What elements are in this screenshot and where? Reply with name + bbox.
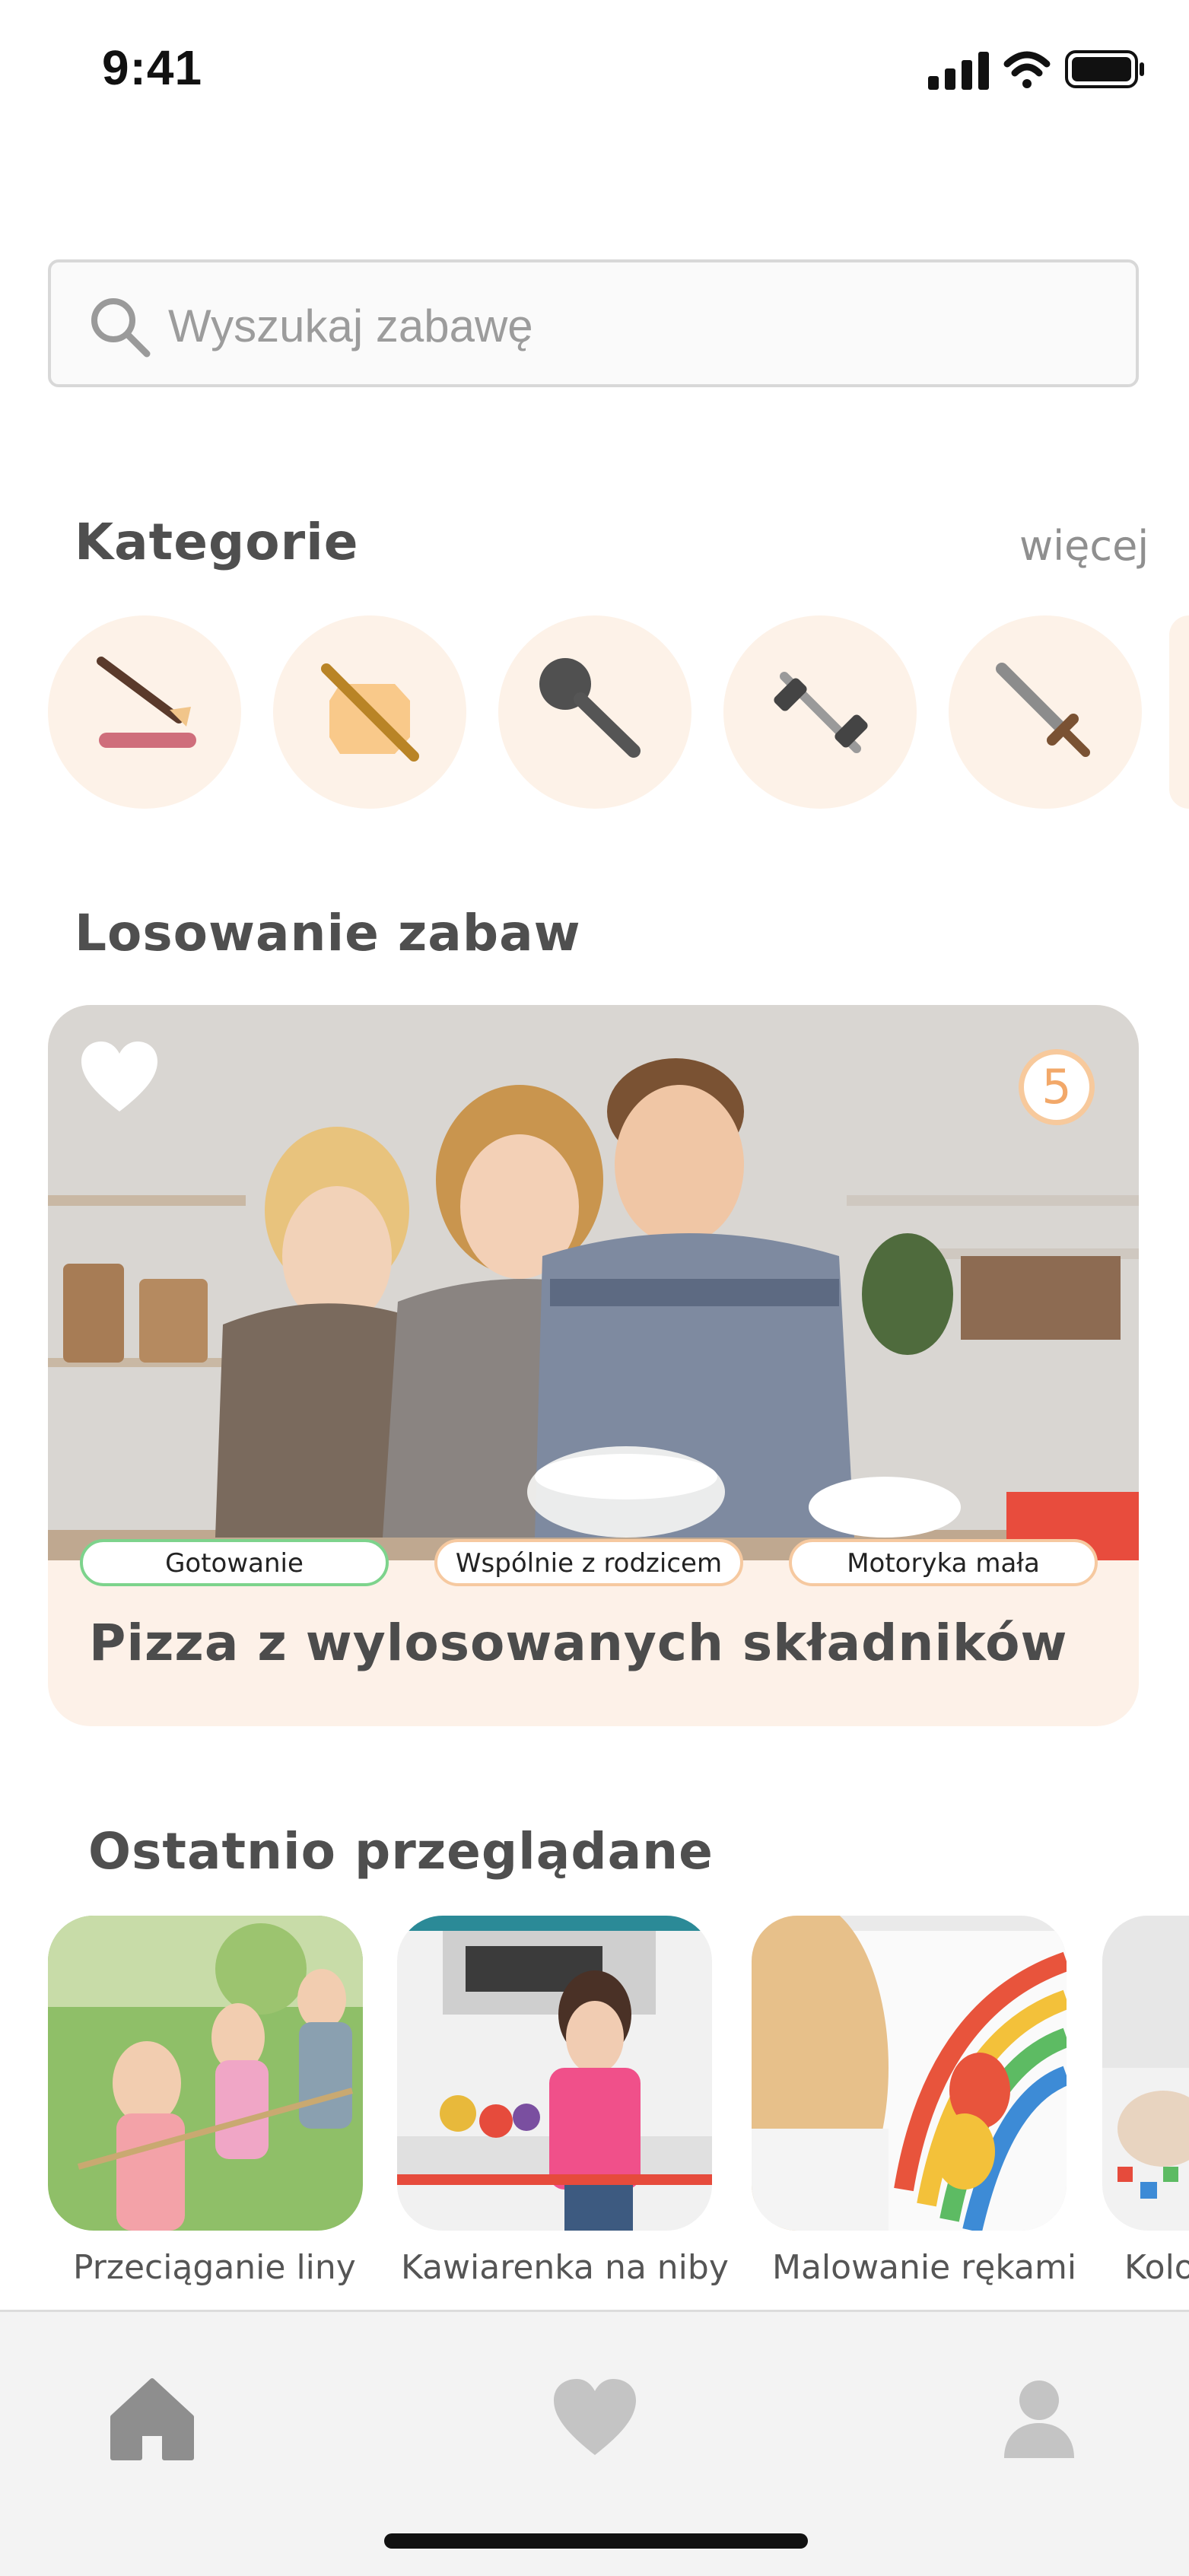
user-icon[interactable] [993, 2373, 1085, 2464]
tag-with-parent[interactable]: Wspólnie z rodzicem [434, 1539, 743, 1586]
categories-title: Kategorie [75, 513, 359, 571]
recent-thumb-partial[interactable] [1102, 1916, 1189, 2231]
category-knights[interactable] [949, 615, 1142, 809]
recent-title: Ostatnio przeglądane [88, 1822, 714, 1881]
tag-cooking[interactable]: Gotowanie [80, 1539, 389, 1586]
paintbrush-icon [97, 657, 196, 748]
random-game-card[interactable]: 5 Gotowanie Wspólnie z rodzicem Motoryka… [48, 1005, 1139, 1726]
recent-photo [1102, 1916, 1189, 2231]
more-link[interactable]: więcej [1019, 522, 1149, 570]
wifi-icon [1003, 51, 1051, 88]
category-painting[interactable] [48, 615, 241, 809]
home-indicator [384, 2533, 808, 2549]
microphone-icon [539, 658, 641, 758]
signal-icon [928, 52, 989, 90]
home-icon[interactable] [107, 2373, 198, 2464]
recent-thumb-tug-of-war[interactable] [48, 1916, 363, 2231]
recent-label-hand-painting: Malowanie rękami [772, 2248, 1077, 2287]
dumbbell-icon [774, 672, 868, 753]
status-time: 9:41 [102, 40, 203, 95]
recent-photo [752, 1916, 1067, 2231]
sword-icon [996, 663, 1090, 757]
card-title: Pizza z wylosowanych składników [89, 1614, 1068, 1672]
recent-label-partial: Kolo [1124, 2248, 1189, 2287]
count-badge: 5 [1019, 1049, 1095, 1125]
heart-icon[interactable] [549, 2373, 641, 2464]
rolling-pin-icon [321, 663, 419, 762]
status-icons [928, 50, 1144, 90]
search-icon [91, 298, 151, 358]
category-sport[interactable] [723, 615, 917, 809]
category-singing[interactable] [498, 615, 691, 809]
category-cooking[interactable] [273, 615, 466, 809]
tab-bar [0, 2310, 1189, 2576]
battery-icon [1065, 50, 1144, 88]
tag-fine-motor[interactable]: Motoryka mała [789, 1539, 1098, 1586]
recent-photo [397, 1916, 712, 2231]
recent-thumb-hand-painting[interactable] [752, 1916, 1067, 2231]
recent-photo [48, 1916, 363, 2231]
search-input[interactable] [167, 285, 1082, 366]
category-partial[interactable] [1169, 615, 1189, 809]
recent-label-pretend-cafe: Kawiarenka na niby [401, 2248, 729, 2287]
search-bar[interactable] [48, 259, 1139, 387]
heart-icon[interactable] [78, 1038, 161, 1115]
random-title: Losowanie zabaw [75, 904, 581, 962]
card-photo [48, 1005, 1139, 1560]
recent-label-tug-of-war: Przeciąganie liny [73, 2248, 356, 2287]
recent-thumb-pretend-cafe[interactable] [397, 1916, 712, 2231]
